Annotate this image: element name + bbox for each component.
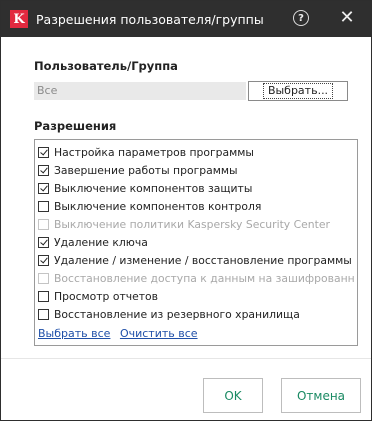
help-icon[interactable]: ? [293, 10, 309, 26]
permission-item-label: Восстановление доступа к данным на зашиф… [54, 271, 355, 285]
permission-item-label: Настройка параметров программы [54, 145, 254, 159]
user-group-field: Все [34, 82, 246, 100]
kaspersky-logo-icon: K [10, 10, 28, 28]
permission-item-label: Удаление / изменение / восстановление пр… [54, 253, 352, 267]
permission-item[interactable]: Выключение компонентов контроля [37, 197, 355, 215]
select-all-link[interactable]: Выбрать все [38, 327, 110, 340]
permission-item: Выключение политики Kaspersky Security C… [37, 215, 355, 233]
selection-links: Выбрать все Очистить все [38, 327, 204, 340]
window-title: Разрешения пользователя/группы [36, 11, 264, 27]
permission-item[interactable]: Удаление ключа [37, 233, 355, 251]
permissions-list: Настройка параметров программы Завершение… [34, 139, 358, 346]
select-user-button-label: Выбрать... [262, 83, 334, 99]
permission-item[interactable]: Настройка параметров программы [37, 143, 355, 161]
permission-item-label: Выключение компонентов контроля [54, 199, 262, 213]
permission-item[interactable]: Выключение компонентов защиты [37, 179, 355, 197]
checkbox-checked-icon[interactable] [38, 236, 49, 248]
checkbox-unchecked-icon[interactable] [38, 200, 49, 212]
close-icon[interactable]: ✕ [336, 7, 358, 29]
checkbox-unchecked-icon [38, 272, 49, 284]
cancel-button[interactable]: Отмена [281, 378, 361, 413]
checkbox-checked-icon[interactable] [38, 182, 49, 194]
permission-item-label: Выключение политики Kaspersky Security C… [54, 217, 330, 231]
permission-item: Восстановление доступа к данным на зашиф… [37, 269, 355, 287]
select-user-button[interactable]: Выбрать... [248, 81, 348, 101]
permission-item[interactable]: Удаление / изменение / восстановление пр… [37, 251, 355, 269]
checkbox-checked-icon[interactable] [38, 254, 49, 266]
checkbox-unchecked-icon [38, 218, 49, 230]
footer-divider [1, 358, 371, 359]
checkbox-unchecked-icon[interactable] [38, 308, 49, 320]
checkbox-checked-icon[interactable] [38, 164, 49, 176]
title-bar: K Разрешения пользователя/группы ? ✕ [1, 1, 371, 37]
permission-item-label: Восстановление из резервного хранилища [54, 307, 300, 321]
user-group-label: Пользователь/Группа [34, 59, 178, 73]
clear-all-link[interactable]: Очистить все [120, 327, 198, 340]
permission-item-label: Выключение компонентов защиты [54, 181, 253, 195]
permission-item[interactable]: Завершение работы программы [37, 161, 355, 179]
permission-item[interactable]: Просмотр отчетов [37, 287, 355, 305]
permission-item-label: Завершение работы программы [54, 163, 238, 177]
permissions-dialog: K Разрешения пользователя/группы ? ✕ Пол… [0, 0, 372, 421]
permission-item-label: Удаление ключа [54, 235, 148, 249]
permission-item[interactable]: Восстановление из резервного хранилища [37, 305, 355, 323]
checkbox-checked-icon[interactable] [38, 146, 49, 158]
permissions-label: Разрешения [34, 119, 117, 133]
permission-item-label: Просмотр отчетов [54, 289, 159, 303]
ok-button[interactable]: OK [203, 378, 263, 413]
checkbox-unchecked-icon[interactable] [38, 290, 49, 302]
